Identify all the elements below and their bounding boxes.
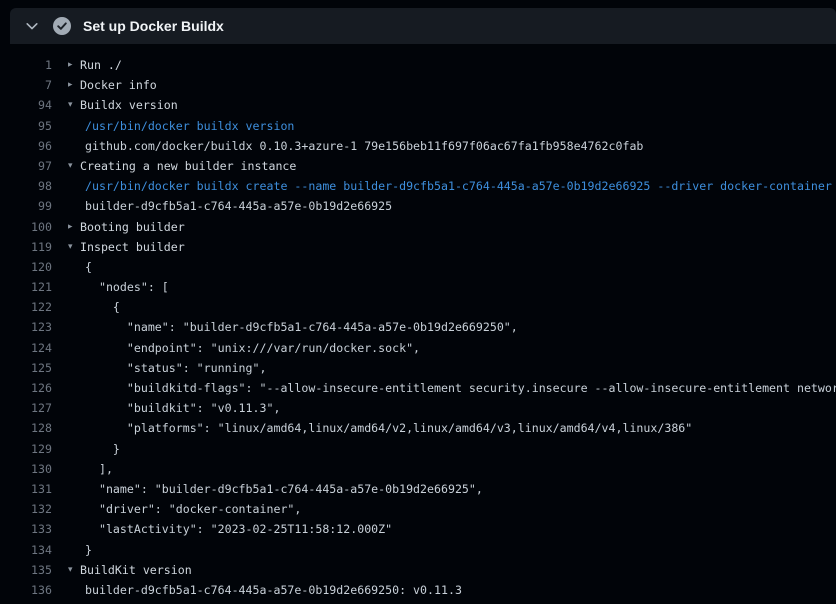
group-expanded-icon[interactable]: ▼: [68, 156, 80, 176]
log-text: builder-d9cfb5a1-c764-445a-a57e-0b19d2e6…: [85, 580, 462, 600]
log-text: /usr/bin/docker buildx version: [85, 116, 294, 136]
line-number-link[interactable]: 125: [0, 358, 52, 378]
line-number-link[interactable]: 119: [0, 237, 52, 257]
log-output-line: 96 github.com/docker/buildx 0.10.3+azure…: [0, 136, 836, 156]
step-title: Set up Docker Buildx: [83, 18, 224, 34]
group-expanded-icon[interactable]: ▼: [68, 95, 80, 115]
group-title: Run ./: [80, 55, 122, 75]
log-output-line: 127 "buildkit": "v0.11.3",: [0, 398, 836, 418]
group-collapsed-icon[interactable]: ▶: [68, 75, 80, 95]
line-number-link[interactable]: 135: [0, 560, 52, 580]
line-number-link[interactable]: 120: [0, 257, 52, 277]
group-title: Booting builder: [80, 217, 185, 237]
group-title: Buildx version: [80, 95, 178, 115]
log-output-line: 126 "buildkitd-flags": "--allow-insecure…: [0, 378, 836, 398]
line-number-link[interactable]: 133: [0, 519, 52, 539]
log-text: "name": "builder-d9cfb5a1-c764-445a-a57e…: [85, 479, 483, 499]
log-output-line: 125 "status": "running",: [0, 358, 836, 378]
log-text: "buildkit": "v0.11.3",: [85, 398, 280, 418]
line-number-link[interactable]: 126: [0, 378, 52, 398]
group-expanded-icon[interactable]: ▼: [68, 237, 80, 257]
log-text: }: [85, 439, 120, 459]
line-number-link[interactable]: 124: [0, 338, 52, 358]
log-output-line: 124 "endpoint": "unix:///var/run/docker.…: [0, 338, 836, 358]
log-text: "name": "builder-d9cfb5a1-c764-445a-a57e…: [85, 317, 518, 337]
log-group-row[interactable]: 119 ▼Inspect builder: [0, 237, 836, 257]
group-title: Docker info: [80, 75, 157, 95]
log-group-row[interactable]: 97 ▼Creating a new builder instance: [0, 156, 836, 176]
log-output-line: 130 ],: [0, 459, 836, 479]
log-output-line: 123 "name": "builder-d9cfb5a1-c764-445a-…: [0, 317, 836, 337]
log-text: "platforms": "linux/amd64,linux/amd64/v2…: [85, 418, 692, 438]
log-text: "driver": "docker-container",: [85, 499, 301, 519]
line-number-link[interactable]: 134: [0, 540, 52, 560]
group-title: Creating a new builder instance: [80, 156, 296, 176]
line-number-link[interactable]: 99: [0, 196, 52, 216]
line-number-link[interactable]: 1: [0, 55, 52, 75]
log-command-line: 98 /usr/bin/docker buildx create --name …: [0, 176, 836, 196]
line-number-link[interactable]: 132: [0, 499, 52, 519]
log-output-line: 131 "name": "builder-d9cfb5a1-c764-445a-…: [0, 479, 836, 499]
log-text: builder-d9cfb5a1-c764-445a-a57e-0b19d2e6…: [85, 196, 392, 216]
log-output-line: 128 "platforms": "linux/amd64,linux/amd6…: [0, 418, 836, 438]
line-number-link[interactable]: 129: [0, 439, 52, 459]
log-text: {: [85, 257, 92, 277]
log-group-row[interactable]: 135 ▼BuildKit version: [0, 560, 836, 580]
log-viewer: 1 ▶Run ./ 7 ▶Docker info 94 ▼Buildx vers…: [0, 44, 836, 600]
line-number-link[interactable]: 97: [0, 156, 52, 176]
group-collapsed-icon[interactable]: ▶: [68, 55, 80, 75]
log-group-row[interactable]: 100 ▶Booting builder: [0, 217, 836, 237]
log-output-line: 120 {: [0, 257, 836, 277]
log-text: /usr/bin/docker buildx create --name bui…: [85, 176, 832, 196]
group-collapsed-icon[interactable]: ▶: [68, 217, 80, 237]
line-number-link[interactable]: 100: [0, 217, 52, 237]
log-text: "buildkitd-flags": "--allow-insecure-ent…: [85, 378, 836, 398]
log-output-line: 134 }: [0, 540, 836, 560]
log-output-line: 133 "lastActivity": "2023-02-25T11:58:12…: [0, 519, 836, 539]
log-output-line: 129 }: [0, 439, 836, 459]
log-group-row[interactable]: 1 ▶Run ./: [0, 55, 836, 75]
log-output-line: 121 "nodes": [: [0, 277, 836, 297]
log-output-line: 136 builder-d9cfb5a1-c764-445a-a57e-0b19…: [0, 580, 836, 600]
log-group-row[interactable]: 7 ▶Docker info: [0, 75, 836, 95]
log-group-row[interactable]: 94 ▼Buildx version: [0, 95, 836, 115]
log-text: "endpoint": "unix:///var/run/docker.sock…: [85, 338, 420, 358]
log-command-line: 95 /usr/bin/docker buildx version: [0, 116, 836, 136]
log-output-line: 122 {: [0, 297, 836, 317]
line-number-link[interactable]: 98: [0, 176, 52, 196]
line-number-link[interactable]: 95: [0, 116, 52, 136]
log-output-line: 132 "driver": "docker-container",: [0, 499, 836, 519]
log-text: "status": "running",: [85, 358, 266, 378]
log-text: }: [85, 540, 92, 560]
step-header[interactable]: Set up Docker Buildx: [10, 8, 836, 44]
line-number-link[interactable]: 127: [0, 398, 52, 418]
log-output-line: 99 builder-d9cfb5a1-c764-445a-a57e-0b19d…: [0, 196, 836, 216]
chevron-down-icon[interactable]: [24, 18, 40, 34]
check-circle-icon: [53, 17, 71, 35]
log-text: "nodes": [: [85, 277, 169, 297]
line-number-link[interactable]: 94: [0, 95, 52, 115]
line-number-link[interactable]: 131: [0, 479, 52, 499]
line-number-link[interactable]: 121: [0, 277, 52, 297]
line-number-link[interactable]: 130: [0, 459, 52, 479]
group-title: Inspect builder: [80, 237, 185, 257]
line-number-link[interactable]: 96: [0, 136, 52, 156]
log-text: ],: [85, 459, 113, 479]
line-number-link[interactable]: 136: [0, 580, 52, 600]
line-number-link[interactable]: 7: [0, 75, 52, 95]
log-text: github.com/docker/buildx 0.10.3+azure-1 …: [85, 136, 643, 156]
log-text: "lastActivity": "2023-02-25T11:58:12.000…: [85, 519, 392, 539]
group-title: BuildKit version: [80, 560, 192, 580]
log-text: {: [85, 297, 120, 317]
line-number-link[interactable]: 123: [0, 317, 52, 337]
line-number-link[interactable]: 128: [0, 418, 52, 438]
group-expanded-icon[interactable]: ▼: [68, 560, 80, 580]
line-number-link[interactable]: 122: [0, 297, 52, 317]
